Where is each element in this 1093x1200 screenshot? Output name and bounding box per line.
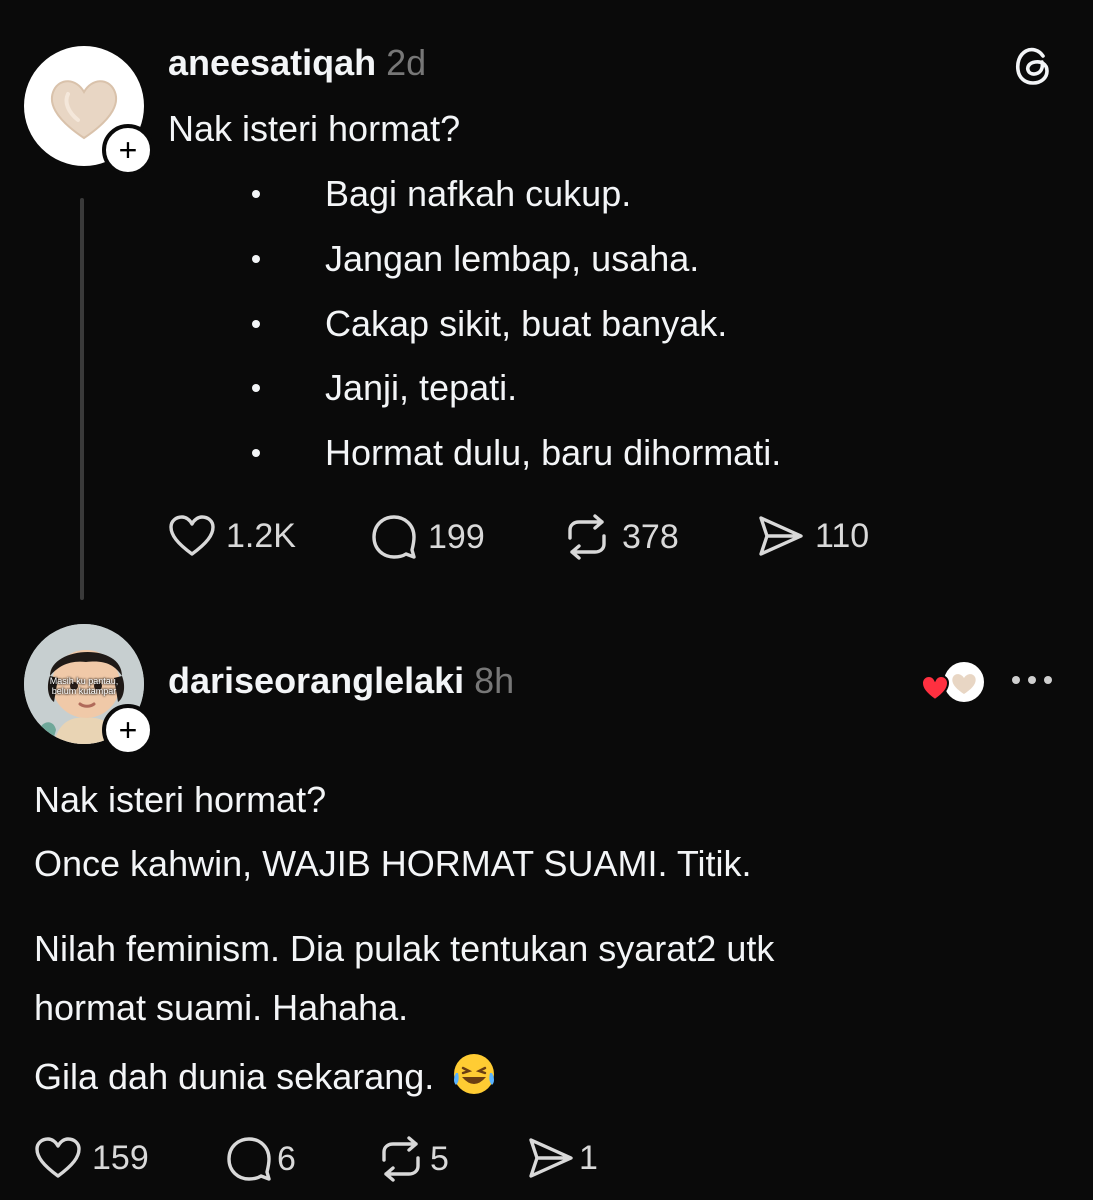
repost-button[interactable]: 5 bbox=[376, 1136, 449, 1182]
reply-button[interactable]: 199 bbox=[370, 514, 485, 560]
list-item: Jangan lembap, usaha. bbox=[240, 237, 699, 281]
username[interactable]: aneesatiqah bbox=[168, 42, 376, 83]
like-count: 1.2K bbox=[226, 516, 296, 555]
more-options-icon[interactable] bbox=[1012, 676, 1052, 684]
share-count: 1 bbox=[579, 1138, 598, 1177]
reply-line-2: Once kahwin, WAJIB HORMAT SUAMI. Titik. bbox=[34, 843, 752, 884]
share-count: 110 bbox=[815, 516, 870, 555]
timestamp: 2d bbox=[386, 42, 427, 83]
reply-line-4: hormat suami. Hahaha. bbox=[34, 987, 409, 1028]
comment-icon bbox=[372, 515, 416, 559]
avatar-dariseoranglelaki[interactable]: Masih ku pantau, belum kutampar + bbox=[24, 624, 154, 756]
like-count: 159 bbox=[92, 1138, 149, 1177]
repost-icon bbox=[568, 514, 606, 560]
heart-avatar-mini-icon bbox=[952, 674, 976, 694]
liked-by-author-indicator bbox=[918, 660, 988, 704]
repost-button[interactable]: 378 bbox=[562, 514, 679, 560]
post-header: aneesatiqah 2d bbox=[168, 42, 426, 84]
red-heart-icon bbox=[920, 674, 950, 702]
avatar-aneesatiqah[interactable]: + bbox=[24, 46, 154, 176]
heart-icon bbox=[35, 1137, 81, 1178]
repost-count: 378 bbox=[622, 517, 679, 556]
list-item: Hormat dulu, baru dihormati. bbox=[240, 431, 781, 475]
post-text: Nak isteri hormat? bbox=[168, 108, 461, 149]
heart-icon bbox=[169, 515, 215, 556]
follow-plus-icon[interactable]: + bbox=[102, 124, 154, 176]
share-icon bbox=[759, 516, 803, 556]
repost-icon bbox=[382, 1136, 420, 1182]
username[interactable]: dariseoranglelaki bbox=[168, 660, 464, 701]
reply-line-1: Nak isteri hormat? bbox=[34, 779, 327, 820]
share-button[interactable]: 1 bbox=[527, 1136, 598, 1180]
like-button[interactable]: 1.2K bbox=[168, 514, 296, 558]
reply-count: 199 bbox=[428, 517, 485, 556]
reply-line-5: Gila dah dunia sekarang. bbox=[34, 1051, 498, 1098]
thread-connector bbox=[80, 198, 84, 600]
reply-count: 6 bbox=[277, 1139, 296, 1178]
like-button[interactable]: 159 bbox=[34, 1136, 149, 1180]
avatar-caption: Masih ku pantau, belum kutampar bbox=[49, 676, 119, 696]
reply-button[interactable]: 6 bbox=[225, 1136, 296, 1182]
threads-logo-icon[interactable] bbox=[1010, 42, 1056, 88]
repost-count: 5 bbox=[430, 1139, 449, 1178]
share-icon bbox=[529, 1138, 573, 1178]
reply-line-3: Nilah feminism. Dia pulak tentukan syara… bbox=[34, 928, 775, 969]
list-item: Bagi nafkah cukup. bbox=[240, 172, 631, 216]
comment-icon bbox=[227, 1137, 271, 1181]
timestamp: 8h bbox=[474, 660, 515, 701]
follow-plus-icon[interactable]: + bbox=[102, 704, 154, 756]
list-item: Janji, tepati. bbox=[240, 366, 517, 410]
laughing-emoji-icon bbox=[454, 1054, 495, 1094]
share-button[interactable]: 110 bbox=[757, 514, 869, 558]
list-item: Cakap sikit, buat banyak. bbox=[240, 302, 727, 346]
reply-header: dariseoranglelaki 8h bbox=[168, 660, 514, 702]
